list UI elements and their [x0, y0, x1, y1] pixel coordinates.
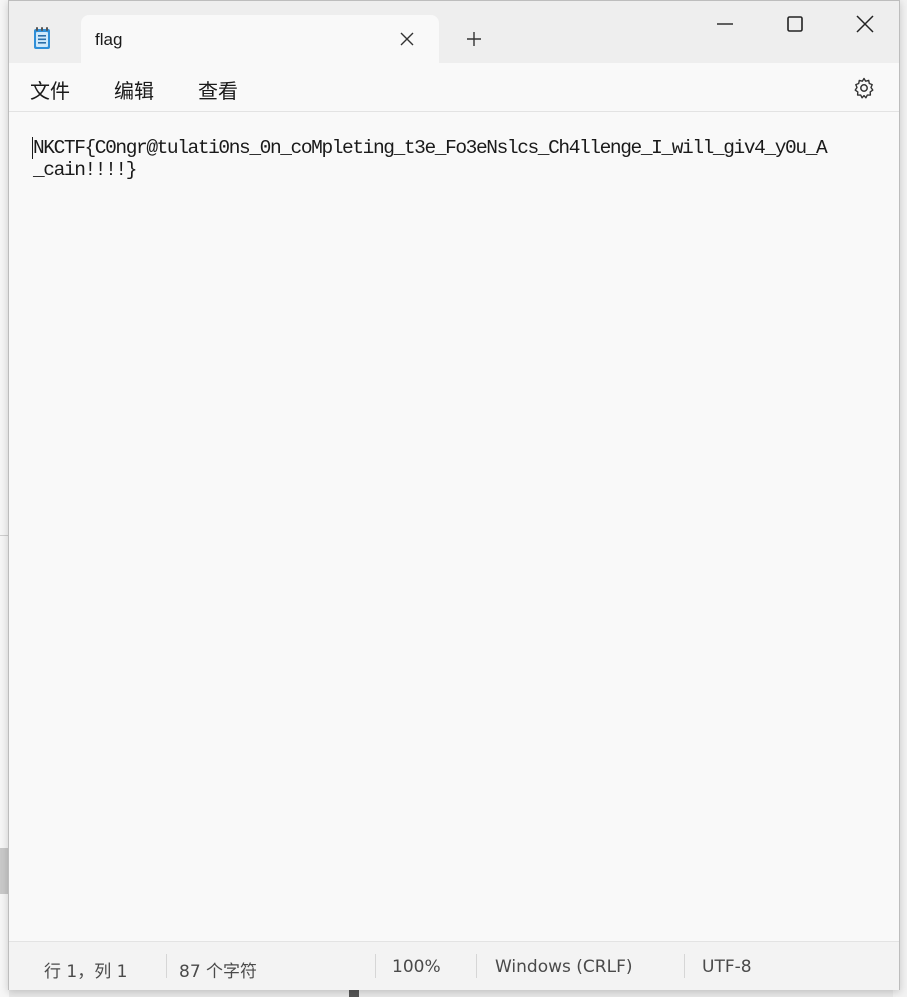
maximize-icon[interactable] [783, 13, 807, 37]
menu-edit[interactable]: 编辑 [114, 75, 154, 104]
minimize-icon[interactable] [713, 13, 737, 37]
menu-file[interactable]: 文件 [30, 75, 70, 104]
new-tab-icon[interactable] [464, 29, 484, 49]
status-bar: 行 1，列 1 87 个字符 100% Windows (CRLF) UTF-8 [9, 941, 899, 990]
status-divider [375, 954, 376, 978]
close-icon[interactable] [853, 13, 877, 37]
encoding[interactable]: UTF-8 [702, 957, 752, 977]
close-tab-icon[interactable] [397, 29, 417, 49]
notepad-icon [34, 27, 50, 49]
zoom-level[interactable]: 100% [392, 957, 441, 977]
status-divider [476, 954, 477, 978]
cursor-position: 行 1，列 1 [44, 962, 128, 982]
notepad-window: flag 文件 编辑 查看 NKCTF{C0ngr@tulati0ns_0n_c… [8, 0, 900, 990]
title-bar: flag [9, 1, 899, 63]
line-ending[interactable]: Windows (CRLF) [495, 957, 633, 977]
status-divider [684, 954, 685, 978]
character-count: 87 个字符 [179, 962, 258, 982]
status-divider [166, 954, 167, 978]
tab-title: flag [95, 30, 123, 49]
tab-flag[interactable]: flag [81, 15, 439, 63]
menu-bar: 文件 编辑 查看 [9, 63, 899, 112]
document-text[interactable]: NKCTF{C0ngr@tulati0ns_0n_coMpleting_t3e_… [33, 137, 833, 181]
gear-icon[interactable] [852, 76, 876, 100]
menu-view[interactable]: 查看 [198, 75, 238, 104]
text-editor[interactable]: NKCTF{C0ngr@tulati0ns_0n_coMpleting_t3e_… [9, 112, 899, 941]
